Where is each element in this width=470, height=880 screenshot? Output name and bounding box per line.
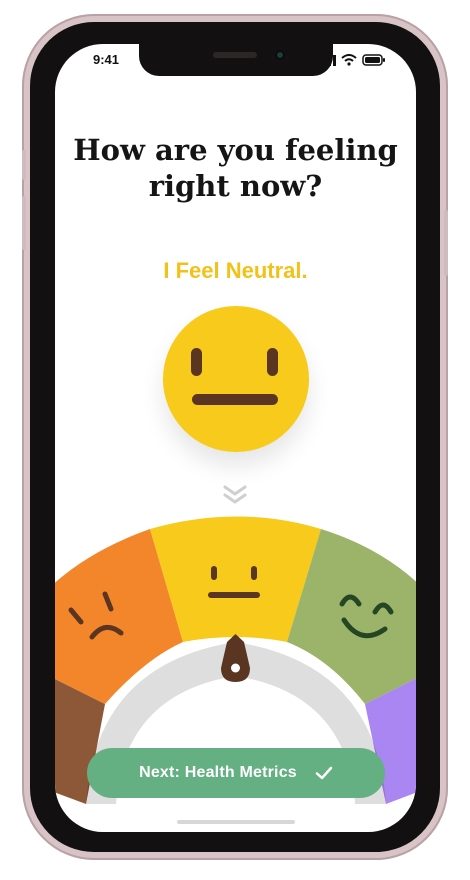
volume-button	[22, 196, 26, 250]
home-indicator[interactable]	[177, 820, 295, 824]
next-button-label: Next: Health Metrics	[139, 764, 297, 781]
app-screen: 9:41 How are you feeling right now? I Fe…	[55, 44, 416, 832]
dial-pointer[interactable]	[221, 634, 250, 682]
next-button[interactable]: Next: Health Metrics	[87, 748, 385, 798]
check-icon	[315, 766, 333, 780]
mood-dial[interactable]	[55, 44, 416, 832]
volume-button	[22, 150, 26, 180]
side-button	[444, 210, 448, 276]
